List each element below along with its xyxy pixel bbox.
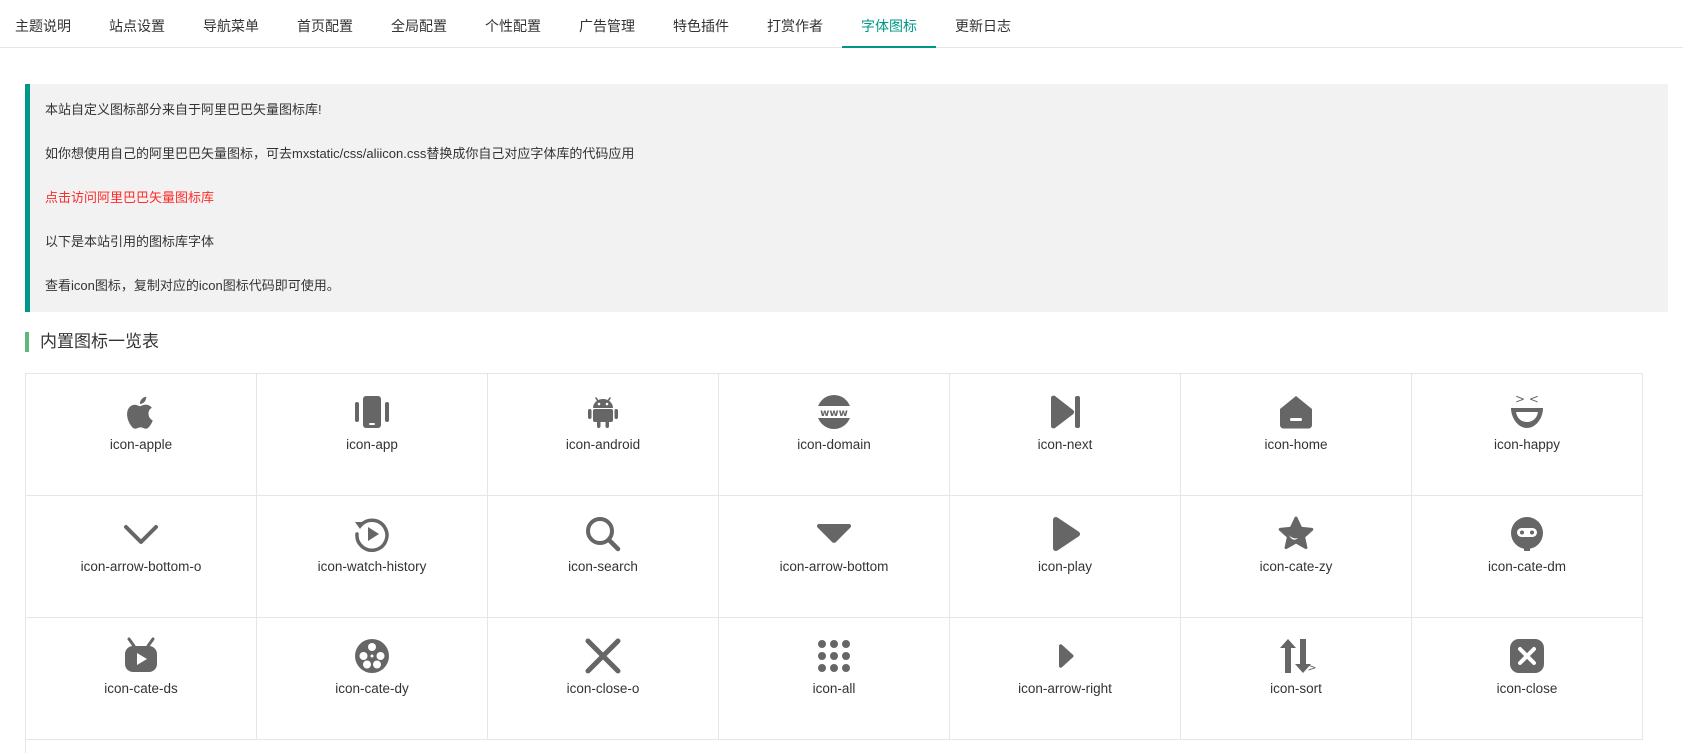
icon-label: icon-app (346, 437, 398, 452)
close-icon (1507, 636, 1547, 676)
section-title: 内置图标一览表 (25, 332, 159, 352)
icon-cell[interactable]: > < icon-happy (1412, 374, 1643, 496)
cate-dy-icon (352, 636, 392, 676)
close-o-icon (583, 636, 623, 676)
icon-cell[interactable]: > icon-sort (1181, 618, 1412, 740)
icon-cell[interactable]: icon-home (1181, 374, 1412, 496)
icon-label: icon-arrow-bottom (779, 559, 889, 574)
apple-icon (121, 392, 161, 432)
notice-line: 以下是本站引用的图标库字体 (45, 234, 215, 249)
icon-cell[interactable]: icon-all (719, 618, 950, 740)
icon-label: icon-cate-dm (1487, 559, 1567, 574)
watch-history-icon (352, 514, 392, 554)
sort-icon-text: > (1307, 661, 1316, 674)
notice-box: 本站自定义图标部分来自于阿里巴巴矢量图标库! 如你想使用自己的阿里巴巴矢量图标，… (25, 84, 1668, 312)
icon-label: icon-watch-history (317, 559, 427, 574)
icon-label: icon-cate-dy (335, 681, 409, 696)
icon-cell[interactable]: icon-close-o (488, 618, 719, 740)
cate-zy-icon (1276, 514, 1316, 554)
icon-cell[interactable]: icon-android (488, 374, 719, 496)
all-icon (814, 636, 854, 676)
icon-label: icon-apple (109, 437, 173, 452)
icon-label: icon-cate-ds (104, 681, 178, 696)
icon-cell[interactable]: icon-cate-dy (257, 618, 488, 740)
next-icon (1045, 392, 1085, 432)
icon-cell[interactable]: icon-close (1412, 618, 1643, 740)
icon-cell[interactable]: icon-arrow-bottom (719, 496, 950, 618)
tab-donate[interactable]: 打赏作者 (748, 0, 842, 48)
android-icon (583, 392, 623, 432)
search-icon (583, 514, 623, 554)
icon-label: icon-sort (1270, 681, 1322, 696)
tab-plugins[interactable]: 特色插件 (654, 0, 748, 48)
icon-cell[interactable]: icon-cate-ds (26, 618, 257, 740)
icon-cell[interactable]: icon-search (488, 496, 719, 618)
app-icon (352, 392, 392, 432)
notice-line: 本站自定义图标部分来自于阿里巴巴矢量图标库! (45, 102, 322, 117)
icon-cell[interactable]: www icon-domain (719, 374, 950, 496)
domain-icon: www (814, 392, 854, 432)
icon-label: icon-cate-zy (1259, 559, 1333, 574)
icon-cell[interactable]: icon-watch-history (257, 496, 488, 618)
iconfont-link[interactable]: 点击访问阿里巴巴矢量图标库 (45, 190, 1668, 234)
icon-label: icon-arrow-bottom-o (80, 559, 202, 574)
icon-label: icon-android (565, 437, 641, 452)
icon-label: icon-close-o (566, 681, 640, 696)
icon-label: icon-play (1037, 559, 1093, 574)
icon-label: icon-search (568, 559, 638, 574)
tab-ad-management[interactable]: 广告管理 (560, 0, 654, 48)
play-icon (1045, 514, 1085, 554)
arrow-bottom-o-icon (121, 514, 161, 554)
arrow-right-icon (1045, 636, 1085, 676)
tab-global-config[interactable]: 全局配置 (372, 0, 466, 48)
icon-cell[interactable]: icon-cate-zy (1181, 496, 1412, 618)
tab-font-icons[interactable]: 字体图标 (842, 0, 936, 48)
icon-label: icon-arrow-right (1018, 681, 1112, 696)
icon-grid: icon-apple icon-app icon-android www ico… (25, 373, 1643, 753)
happy-icon: > < (1507, 392, 1547, 432)
icon-cell[interactable]: icon-arrow-bottom-o (26, 496, 257, 618)
sort-icon: > (1276, 636, 1316, 676)
icon-label: icon-happy (1493, 437, 1561, 452)
notice-line: 如你想使用自己的阿里巴巴矢量图标，可去mxstatic/css/aliicon.… (45, 146, 635, 161)
icon-label: icon-home (1264, 437, 1328, 452)
tab-changelog[interactable]: 更新日志 (936, 0, 1030, 48)
icon-cell[interactable]: icon-apple (26, 374, 257, 496)
notice-line: 查看icon图标，复制对应的icon图标代码即可使用。 (45, 278, 340, 293)
icon-cell[interactable]: icon-play (950, 496, 1181, 618)
icon-cell[interactable]: icon-cate-dm (1412, 496, 1643, 618)
tab-theme-info[interactable]: 主题说明 (0, 0, 90, 48)
icon-label: icon-close (1496, 681, 1558, 696)
tab-nav-menu[interactable]: 导航菜单 (184, 0, 278, 48)
arrow-bottom-icon (814, 514, 854, 554)
icon-label: icon-all (812, 681, 856, 696)
icon-label: icon-domain (797, 437, 871, 452)
home-icon (1276, 392, 1316, 432)
icon-label: icon-next (1037, 437, 1093, 452)
cate-dm-icon (1507, 514, 1547, 554)
icon-cell[interactable]: icon-next (950, 374, 1181, 496)
cate-ds-icon (121, 636, 161, 676)
happy-icon-text: > < (1515, 392, 1539, 406)
tab-personal-config[interactable]: 个性配置 (466, 0, 560, 48)
tab-site-settings[interactable]: 站点设置 (90, 0, 184, 48)
icon-cell[interactable]: icon-app (257, 374, 488, 496)
tab-bar: 主题说明 站点设置 导航菜单 首页配置 全局配置 个性配置 广告管理 特色插件 … (0, 0, 1683, 48)
tab-home-config[interactable]: 首页配置 (278, 0, 372, 48)
icon-cell[interactable]: icon-arrow-right (950, 618, 1181, 740)
domain-icon-text: www (820, 408, 848, 419)
